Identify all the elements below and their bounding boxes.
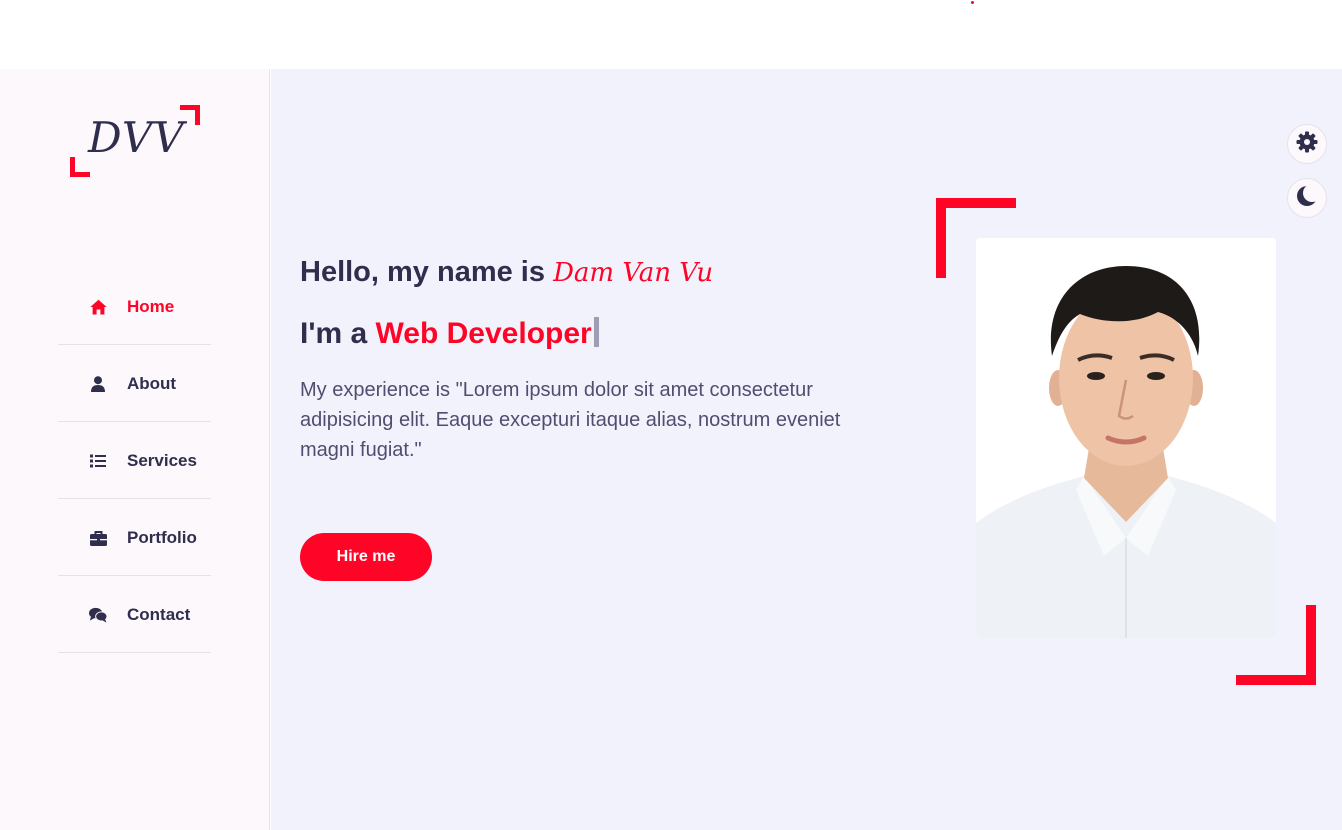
comments-icon xyxy=(89,606,107,624)
typed-role: Web Developer xyxy=(375,317,592,350)
hire-me-button[interactable]: Hire me xyxy=(300,533,432,581)
nav-item-services[interactable]: Services xyxy=(58,422,211,499)
logo-text: DVV xyxy=(88,113,185,162)
nav-item-contact[interactable]: Contact xyxy=(58,576,211,653)
profile-photo xyxy=(976,238,1276,638)
top-strip xyxy=(0,0,1342,69)
decorative-dot xyxy=(971,1,974,4)
sidebar: DVV Home About Services Portfolio Contac… xyxy=(0,69,270,830)
briefcase-icon xyxy=(89,529,107,547)
gear-icon xyxy=(1296,131,1318,158)
nav-item-portfolio[interactable]: Portfolio xyxy=(58,499,211,576)
sidebar-nav: Home About Services Portfolio Contact xyxy=(58,268,211,653)
nav-label: Portfolio xyxy=(127,528,197,547)
nav-label: Contact xyxy=(127,605,191,624)
list-icon xyxy=(89,452,107,470)
home-section: Hello, my name is Dam Van Vu I'm a Web D… xyxy=(271,69,1342,830)
logo-corner-bottom-left xyxy=(70,157,90,177)
role-prefix: I'm a xyxy=(300,317,368,350)
settings-button[interactable] xyxy=(1287,124,1327,164)
greeting-text: Hello, my name is xyxy=(300,256,545,288)
typing-cursor xyxy=(593,317,599,347)
user-icon xyxy=(89,375,107,393)
theme-toggle-button[interactable] xyxy=(1287,178,1327,218)
role-heading: I'm a Web Developer xyxy=(300,317,599,351)
owner-name: Dam Van Vu xyxy=(553,258,714,288)
nav-item-home[interactable]: Home xyxy=(58,268,211,345)
moon-icon xyxy=(1296,183,1321,212)
nav-item-about[interactable]: About xyxy=(58,345,211,422)
greeting-heading: Hello, my name is Dam Van Vu xyxy=(300,256,713,289)
logo[interactable]: DVV xyxy=(70,105,200,177)
home-icon xyxy=(89,298,107,316)
nav-label: About xyxy=(127,374,177,393)
nav-label: Home xyxy=(127,297,175,316)
nav-label: Services xyxy=(127,451,197,470)
hero-description: My experience is "Lorem ipsum dolor sit … xyxy=(300,379,841,461)
